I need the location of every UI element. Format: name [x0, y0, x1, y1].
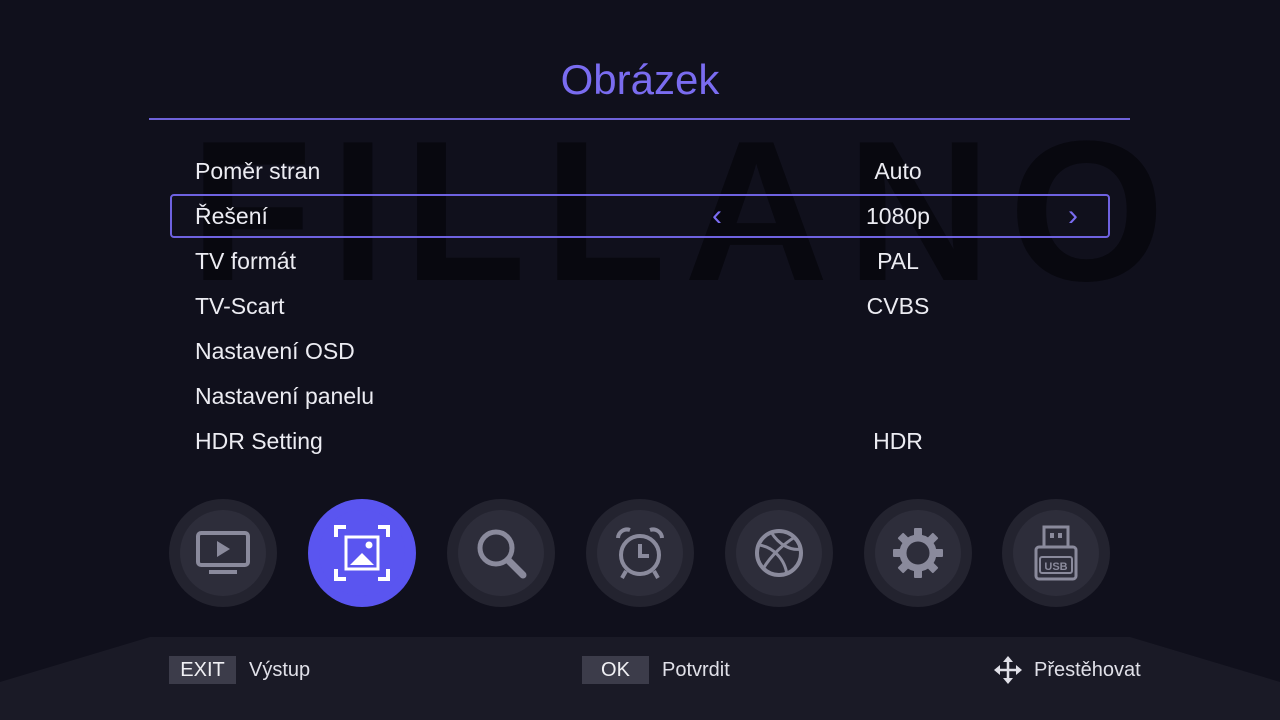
exit-label: Výstup — [249, 659, 311, 681]
chevron-right-icon[interactable]: › — [1068, 196, 1078, 236]
menu-row-label: Nastavení panelu — [195, 383, 375, 409]
nav-tv-button[interactable] — [169, 499, 277, 607]
menu-row-aspect-ratio[interactable]: Poměr stran Auto — [170, 149, 1110, 193]
menu-row-value: Auto — [874, 158, 922, 184]
menu-row-label: Řešení — [195, 203, 268, 229]
ok-key[interactable]: OK — [582, 656, 649, 684]
menu-row-value: CVBS — [866, 293, 930, 319]
search-icon — [477, 529, 527, 579]
menu-row-tv-format[interactable]: TV formát PAL — [170, 239, 1110, 283]
gear-icon — [893, 528, 943, 578]
menu-row-osd-settings[interactable]: Nastavení OSD — [170, 329, 1110, 373]
menu-row-label: TV formát — [195, 248, 296, 274]
usb-icon: USB — [1034, 525, 1078, 581]
nav-timer-button[interactable] — [586, 499, 694, 607]
menu-row-resolution[interactable]: Řešení ‹ 1080p › — [170, 194, 1110, 238]
picture-icon — [334, 525, 390, 581]
menu-row-tv-scart[interactable]: TV-Scart CVBS — [170, 284, 1110, 328]
page-title: Obrázek — [560, 56, 720, 103]
nav-picture-button[interactable] — [308, 499, 416, 607]
title-divider — [149, 118, 1130, 120]
move-label: Přestěhovat — [1034, 659, 1141, 681]
menu-row-label: HDR Setting — [195, 428, 323, 454]
chevron-left-icon[interactable]: ‹ — [712, 196, 722, 236]
nav-usb-button[interactable]: USB — [1002, 499, 1110, 607]
nav-search-button[interactable] — [447, 499, 555, 607]
network-ball-icon — [755, 529, 803, 577]
menu-row-panel-settings[interactable]: Nastavení panelu — [170, 374, 1110, 418]
nav-network-button[interactable] — [725, 499, 833, 607]
menu-row-value: PAL — [877, 248, 919, 274]
usb-icon-text: USB — [1044, 561, 1067, 573]
menu-row-value: HDR — [873, 428, 923, 454]
ok-label: Potvrdit — [662, 659, 730, 681]
menu-row-value: 1080p — [866, 203, 930, 229]
nav-settings-button[interactable] — [864, 499, 972, 607]
menu-row-label: Nastavení OSD — [195, 338, 355, 364]
menu-row-hdr-setting[interactable]: HDR Setting HDR — [170, 419, 1110, 463]
tv-icon — [196, 531, 250, 574]
move-arrows-icon — [994, 656, 1022, 684]
alarm-clock-icon — [616, 527, 664, 579]
exit-key[interactable]: EXIT — [169, 656, 236, 684]
menu-row-label: TV-Scart — [195, 293, 285, 319]
menu-row-label: Poměr stran — [195, 158, 321, 184]
